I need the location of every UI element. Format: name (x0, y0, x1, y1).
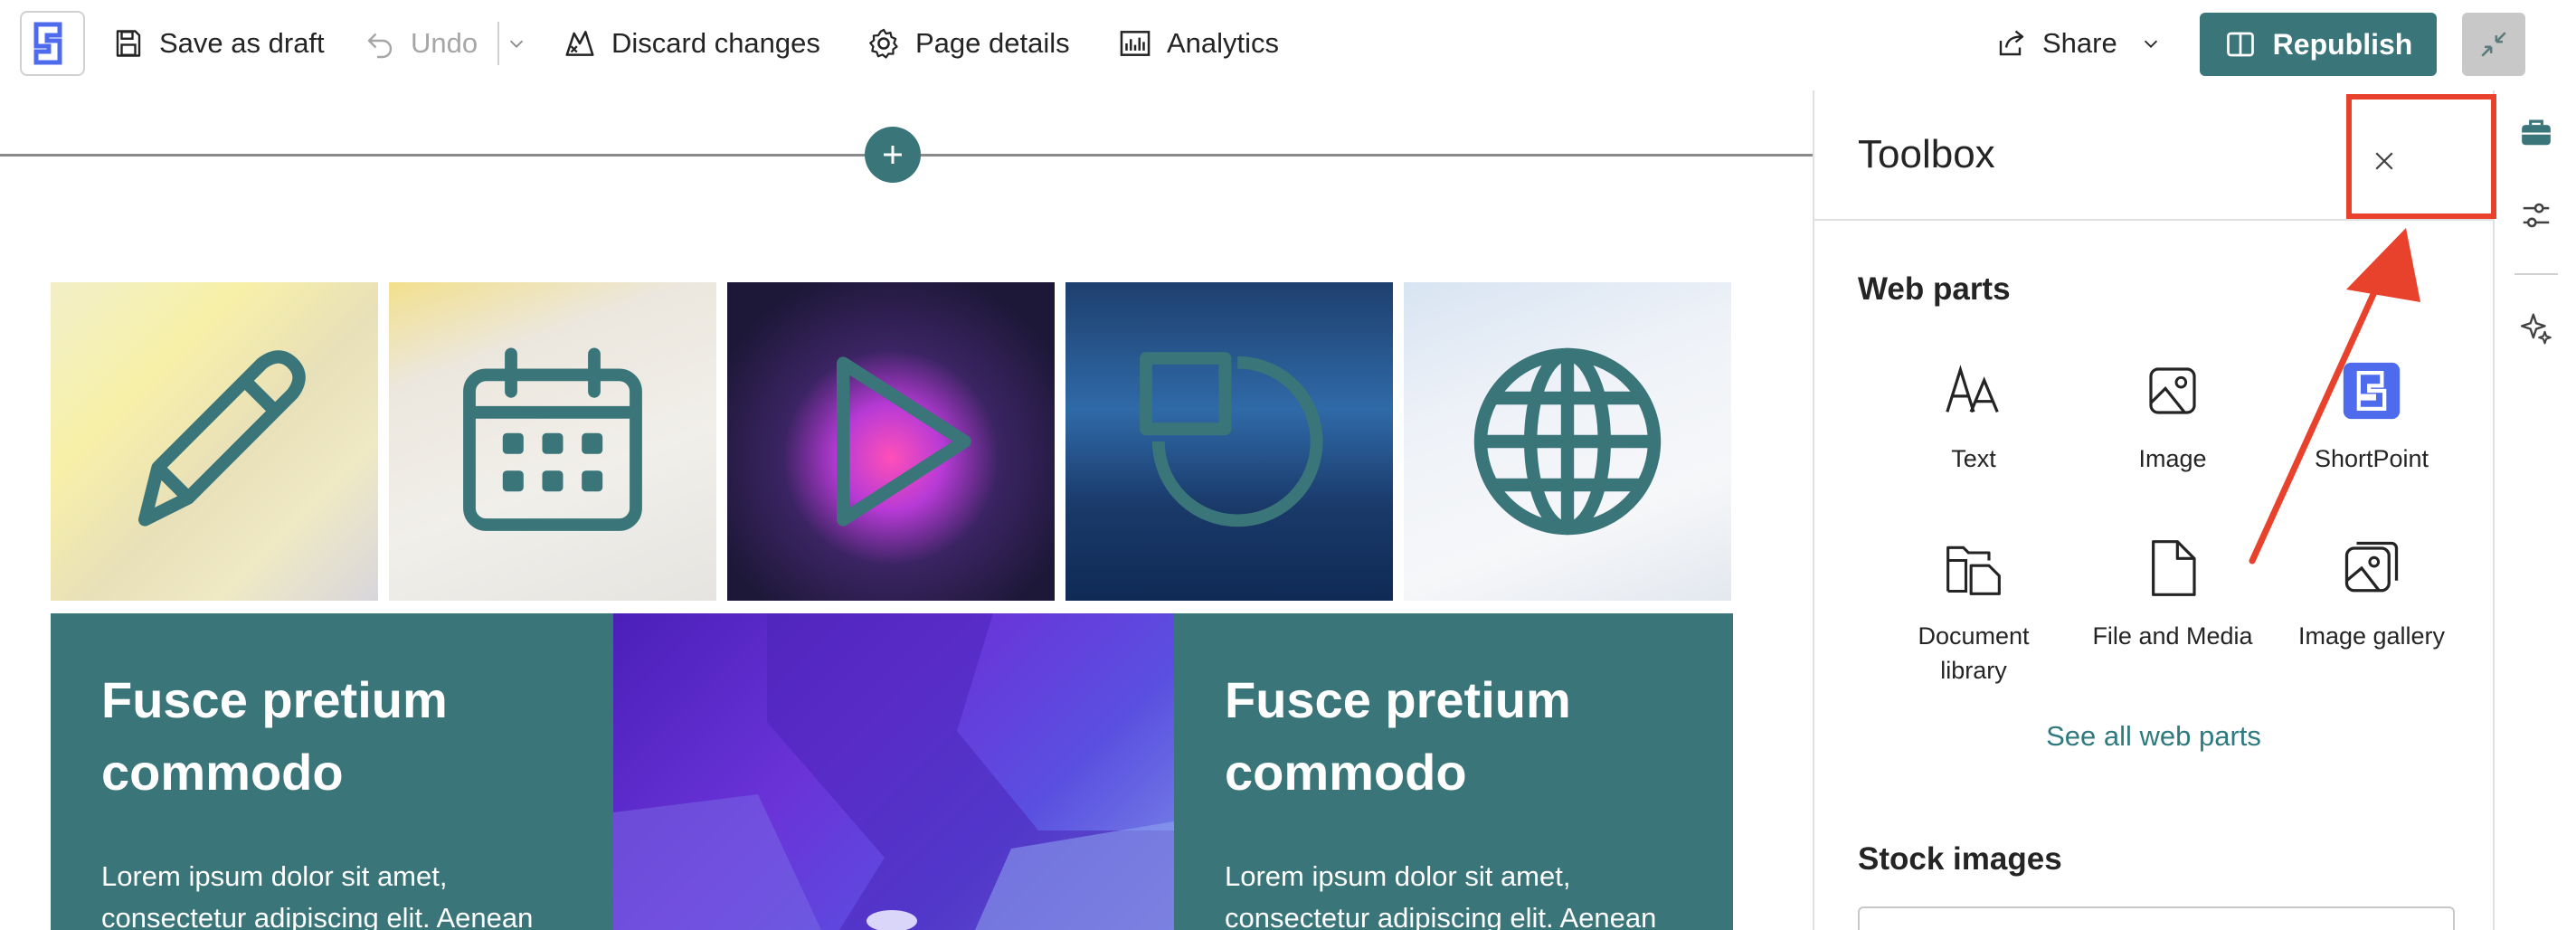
share-label: Share (2042, 27, 2117, 59)
abstract-image (613, 613, 1174, 930)
properties-rail-button[interactable] (2518, 197, 2554, 233)
republish-label: Republish (2272, 27, 2413, 61)
play-icon (727, 282, 1055, 601)
document-library-icon (1946, 546, 2001, 595)
sliders-icon (2523, 203, 2550, 228)
save-as-draft-button[interactable]: Save as draft (112, 20, 325, 67)
web-part-text[interactable]: Text (1883, 353, 2064, 476)
discard-icon (565, 31, 594, 56)
hero-left-body: Lorem ipsum dolor sit amet, consectetur … (101, 860, 534, 930)
see-all-web-parts-link[interactable]: See all web parts (1814, 720, 2493, 753)
add-section-button[interactable] (865, 127, 921, 183)
arrow-annotation (2249, 228, 2420, 565)
undo-dropdown[interactable] (507, 20, 526, 67)
save-as-draft-label: Save as draft (159, 27, 325, 59)
web-part-label: Text (1951, 445, 1996, 472)
file-icon (2152, 540, 2196, 596)
plus-icon (884, 146, 902, 164)
undo-icon (367, 33, 393, 59)
collapse-button[interactable] (2462, 13, 2525, 76)
app-logo[interactable] (20, 11, 85, 76)
collapse-icon (2481, 32, 2506, 57)
analytics-icon (1120, 31, 1151, 56)
web-part-document-library[interactable]: Document library (1883, 530, 2064, 688)
text-icon (1946, 365, 1999, 413)
tile-3[interactable] (727, 282, 1055, 601)
hero-card-image[interactable] (613, 613, 1174, 930)
tile-4[interactable] (1065, 282, 1393, 601)
page-editor: Save as draft Undo Discard changes Page … (0, 0, 2576, 930)
toolbox-rail-button[interactable] (2518, 114, 2554, 150)
republish-button[interactable]: Republish (2200, 13, 2437, 76)
shortpoint-logo-icon (33, 22, 62, 65)
copilot-rail-button[interactable] (2518, 309, 2554, 346)
web-part-label: File and Media (2092, 622, 2253, 650)
analytics-label: Analytics (1167, 27, 1280, 59)
right-rail (2495, 90, 2576, 930)
hero-right-body: Lorem ipsum dolor sit amet, consectetur … (1225, 860, 1657, 930)
save-icon (116, 30, 141, 57)
hero-card-left[interactable]: Fusce pretium commodo Lorem ipsum dolor … (51, 613, 613, 930)
calendar-icon (389, 282, 716, 601)
chart-circle-icon (1065, 282, 1393, 601)
discard-changes-label: Discard changes (611, 27, 820, 59)
analytics-button[interactable]: Analytics (1118, 20, 1279, 67)
chevron-down-icon (509, 40, 524, 48)
share-button[interactable]: Share (1995, 20, 2161, 67)
stock-images-search-input[interactable] (1858, 906, 2455, 930)
stock-images-heading: Stock images (1858, 841, 2062, 877)
tile-5[interactable] (1404, 282, 1731, 601)
briefcase-icon (2522, 119, 2551, 146)
hero-left-title: Fusce pretium commodo (101, 671, 448, 801)
page-details-button[interactable]: Page details (867, 20, 1070, 67)
undo-label: Undo (411, 27, 478, 59)
chevron-down-icon (2144, 40, 2157, 48)
web-parts-heading: Web parts (1858, 271, 2011, 307)
hero-right-title: Fusce pretium commodo (1225, 671, 1571, 801)
highlight-box (2346, 94, 2496, 219)
globe-icon (1404, 282, 1731, 601)
command-bar: Save as draft Undo Discard changes Page … (0, 0, 2576, 90)
tile-2[interactable] (389, 282, 716, 601)
undo-button[interactable]: Undo (364, 20, 478, 67)
web-part-label: Image gallery (2297, 622, 2446, 650)
divider (2514, 273, 2558, 275)
divider (497, 22, 499, 65)
hero-card-right[interactable]: Fusce pretium commodo Lorem ipsum dolor … (1174, 613, 1733, 930)
book-icon (2226, 32, 2254, 57)
discard-changes-button[interactable]: Discard changes (563, 20, 820, 67)
share-icon (1999, 30, 2024, 56)
web-part-label: Document library (1918, 622, 2030, 684)
sparkle-icon (2520, 313, 2552, 345)
toolbox-title: Toolbox (1858, 132, 1995, 176)
gear-icon (869, 28, 898, 59)
pencil-icon (51, 282, 378, 601)
divider (1814, 219, 2493, 221)
image-icon (2149, 367, 2196, 414)
tile-1[interactable] (51, 282, 378, 601)
page-details-label: Page details (915, 27, 1070, 59)
